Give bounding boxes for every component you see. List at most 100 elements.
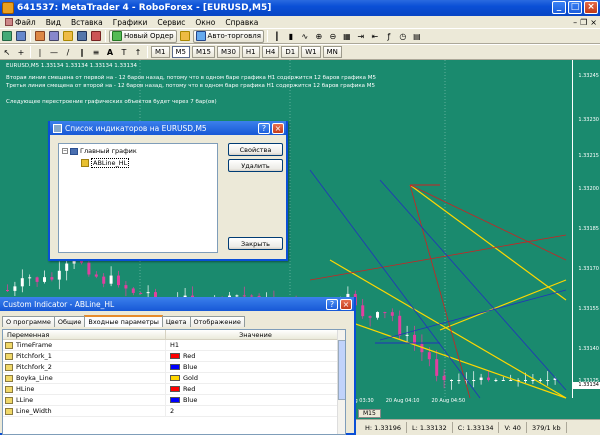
close-dialog-button[interactable]: Закрыть: [228, 237, 283, 250]
metaeditor-button[interactable]: [179, 30, 191, 43]
crosshair-tool[interactable]: +: [15, 46, 27, 59]
indicator-tree[interactable]: − Главный график ABLine_HL: [58, 143, 218, 253]
fibonacci-tool[interactable]: ≡: [90, 46, 102, 59]
terminal-button[interactable]: [76, 30, 88, 43]
close-button[interactable]: ×: [584, 1, 598, 14]
market-watch-button[interactable]: [34, 30, 46, 43]
timeframe-m15[interactable]: M15: [192, 46, 215, 58]
data-window-button[interactable]: [48, 30, 60, 43]
arrow-tool[interactable]: ↑: [132, 46, 144, 59]
candle-body: [28, 277, 32, 279]
maximize-button[interactable]: □: [568, 1, 582, 14]
scrollbar-thumb[interactable]: [338, 340, 345, 400]
mdi-restore-icon[interactable]: ❐: [580, 18, 587, 27]
new-order-button[interactable]: Новый Ордер: [109, 29, 177, 43]
timeframe-h1[interactable]: H1: [241, 46, 260, 58]
table-row[interactable]: LLine Blue: [3, 395, 345, 406]
custom-indicator-titlebar[interactable]: Custom Indicator - ABLine_HL ? ×: [0, 297, 354, 311]
trendline-tool[interactable]: /: [62, 46, 74, 59]
dialog-close-button[interactable]: ×: [272, 122, 284, 134]
timeframe-m1[interactable]: M1: [151, 46, 170, 58]
navigator-button[interactable]: [62, 30, 74, 43]
tree-node-indicator[interactable]: ABLine_HL: [81, 158, 130, 168]
param-value-cell[interactable]: Blue: [166, 363, 197, 371]
menu-help[interactable]: Справка: [220, 18, 263, 27]
table-row[interactable]: TimeFrame H1: [3, 340, 345, 351]
column-header-value[interactable]: Значение: [166, 330, 345, 339]
tree-node-main-chart[interactable]: − Главный график: [62, 147, 137, 155]
timeframe-m30[interactable]: M30: [216, 46, 240, 58]
color-swatch: [170, 364, 180, 370]
param-value-cell[interactable]: 2: [166, 407, 174, 415]
minimize-button[interactable]: _: [552, 1, 566, 14]
table-row[interactable]: Pitchfork_2 Blue: [3, 362, 345, 373]
param-value-cell[interactable]: Red: [166, 352, 195, 360]
indicator-list-titlebar[interactable]: Список индикаторов на EURUSD,M5 ? ×: [50, 121, 286, 135]
text-tool[interactable]: A: [104, 46, 116, 59]
help-button[interactable]: ?: [258, 122, 270, 134]
line-chart-button[interactable]: ∿: [299, 30, 311, 43]
candle-body: [361, 305, 365, 317]
mdi-minimize-icon[interactable]: –: [573, 18, 577, 27]
table-row[interactable]: Boyka_Line Gold: [3, 373, 345, 384]
timeframe-mn[interactable]: MN: [322, 46, 342, 58]
table-row[interactable]: Pitchfork_1 Red: [3, 351, 345, 362]
tile-windows-button[interactable]: ▦: [341, 30, 353, 43]
vertical-line-tool[interactable]: |: [34, 46, 46, 59]
chart-shift-button[interactable]: ⇤: [369, 30, 381, 43]
mdi-close-icon[interactable]: ×: [590, 18, 597, 27]
timeframe-w1[interactable]: W1: [301, 46, 321, 58]
tab-inputs[interactable]: Входные параметры: [84, 315, 163, 327]
menu-charts[interactable]: Графики: [108, 18, 153, 27]
table-row[interactable]: Line_Width 2: [3, 406, 345, 417]
tester-button[interactable]: [90, 30, 102, 43]
timeframe-m5[interactable]: M5: [171, 46, 190, 58]
price-scale[interactable]: 1.33245 1.33230 1.33215 1.33200 1.33185 …: [572, 60, 600, 398]
auto-trading-button[interactable]: Авто-торговля: [192, 29, 264, 43]
dialog-close-button[interactable]: ×: [340, 298, 352, 310]
zoom-out-button[interactable]: ⊖: [327, 30, 339, 43]
chart-window-tab[interactable]: M15: [358, 409, 381, 418]
periods-button[interactable]: ◷: [397, 30, 409, 43]
autoscroll-button[interactable]: ⇥: [355, 30, 367, 43]
indicators-button[interactable]: ƒ: [383, 30, 395, 43]
menu-window[interactable]: Окно: [190, 18, 220, 27]
tab-about[interactable]: О программе: [2, 316, 55, 327]
properties-button[interactable]: Свойства: [228, 143, 283, 156]
tab-visualization[interactable]: Отображение: [189, 316, 245, 327]
mdi-controls: – ❐ ×: [573, 18, 600, 27]
candle-body: [472, 380, 476, 381]
tab-colors[interactable]: Цвета: [161, 316, 191, 327]
bar-chart-button[interactable]: ┃: [271, 30, 283, 43]
column-header-variable[interactable]: Переменная: [3, 330, 166, 339]
param-value-cell[interactable]: Blue: [166, 396, 197, 404]
label-tool[interactable]: T: [118, 46, 130, 59]
menu-view[interactable]: Вид: [41, 18, 66, 27]
templates-button[interactable]: ▤: [411, 30, 423, 43]
menu-file[interactable]: Файл: [0, 18, 41, 27]
param-value-cell[interactable]: H1: [166, 341, 179, 349]
new-chart-button[interactable]: [1, 30, 13, 43]
timeframe-d1[interactable]: D1: [281, 46, 300, 58]
profiles-button[interactable]: [15, 30, 27, 43]
separator: [105, 30, 106, 42]
timeframe-h4[interactable]: H4: [261, 46, 280, 58]
cursor-tool[interactable]: ↖: [1, 46, 13, 59]
zoom-in-button[interactable]: ⊕: [313, 30, 325, 43]
param-value-cell[interactable]: Red: [166, 385, 195, 393]
candlestick-button[interactable]: ▮: [285, 30, 297, 43]
help-button[interactable]: ?: [326, 298, 338, 310]
param-value-cell[interactable]: Gold: [166, 374, 198, 382]
metatrader-window: 641537: MetaTrader 4 - RoboForex - [EURU…: [0, 0, 600, 435]
tab-common[interactable]: Общие: [53, 316, 86, 327]
horizontal-line-tool[interactable]: —: [48, 46, 60, 59]
table-row[interactable]: HLine Red: [3, 384, 345, 395]
menu-insert[interactable]: Вставка: [66, 18, 108, 27]
menu-tools[interactable]: Сервис: [152, 18, 190, 27]
status-low: L: 1.33132: [407, 422, 453, 433]
collapse-icon[interactable]: −: [62, 148, 68, 154]
grid-scrollbar[interactable]: [337, 330, 345, 434]
channel-tool[interactable]: ∥: [76, 46, 88, 59]
current-price-marker: 1.33134: [572, 382, 600, 389]
delete-button[interactable]: Удалить: [228, 159, 283, 172]
